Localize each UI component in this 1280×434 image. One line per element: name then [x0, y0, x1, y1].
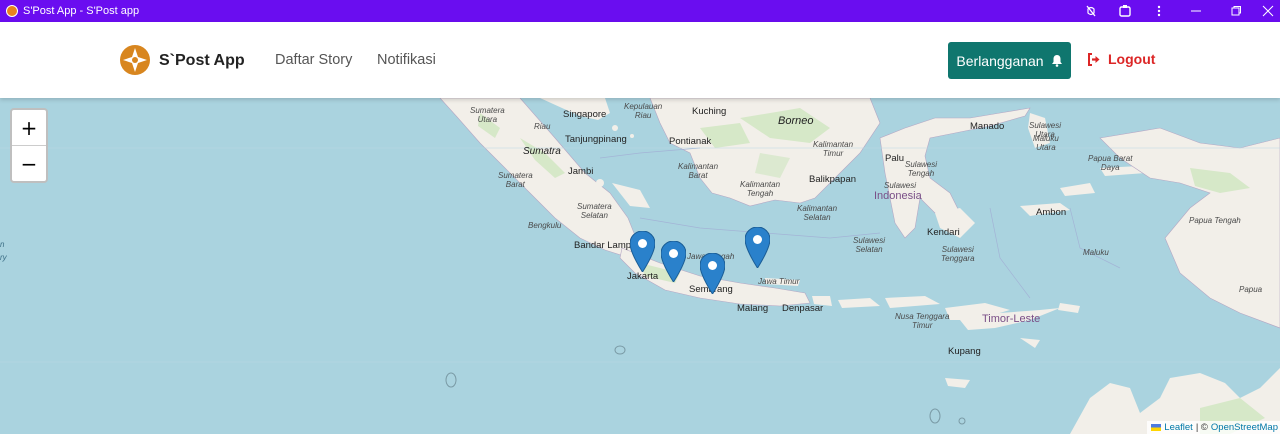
logout-label: Logout — [1108, 51, 1156, 67]
label-manado: Manado — [970, 121, 1005, 132]
zoom-in-button[interactable]: + — [12, 110, 46, 146]
map-marker-1[interactable] — [630, 231, 655, 272]
label-tanjungpinang: Tanjungpinang — [565, 134, 627, 145]
label-sumatera-selatan: Sumatera Selatan — [577, 202, 612, 220]
label-sulawesi-tengah: Sulawesi Tengah — [905, 160, 938, 178]
window-titlebar: S'Post App - S'Post app — [0, 0, 1280, 22]
label-balikpapan: Balikpapan — [809, 174, 857, 185]
label-riau: Riau — [534, 122, 551, 131]
more-options-icon[interactable] — [1142, 0, 1176, 22]
label-papua: Papua — [1239, 285, 1263, 294]
logout-button[interactable]: Logout — [1087, 51, 1155, 67]
label-denpasar: Denpasar — [782, 303, 824, 314]
story-map[interactable]: Singapore Tanjungpinang Kuching Borneo P… — [0, 98, 1280, 434]
label-top-left — [515, 98, 518, 106]
logo-icon[interactable] — [120, 45, 150, 75]
restore-icon[interactable] — [1216, 0, 1256, 22]
app-icon — [6, 5, 18, 17]
window-controls — [1074, 0, 1280, 22]
tracking-prevention-icon[interactable] — [1074, 0, 1108, 22]
label-jambi: Jambi — [568, 166, 594, 177]
label-papua-barat-daya: Papua Barat Daya — [1088, 154, 1133, 172]
nav-daftar-story[interactable]: Daftar Story — [275, 52, 352, 68]
zoom-control: + − — [10, 108, 48, 183]
attribution-separator: | © — [1195, 422, 1208, 433]
label-kalimantan-tengah: Kalimantan Tengah — [740, 180, 781, 198]
minimize-icon[interactable] — [1176, 0, 1216, 22]
label-pontianak: Pontianak — [669, 136, 712, 147]
map-attribution: Leaflet | © OpenStreetMap — [1147, 421, 1280, 434]
nav-notifikasi[interactable]: Notifikasi — [377, 52, 436, 68]
label-sulawesi-selatan: Sulawesi Selatan — [853, 236, 886, 254]
label-palu: Palu — [885, 153, 905, 164]
label-kalimantan-timur: Kalimantan Timur — [813, 140, 854, 158]
label-borneo: Borneo — [778, 115, 814, 127]
label-nusa-tenggara-timur: Nusa Tenggara Timur — [895, 312, 950, 330]
label-ambon: Ambon — [1036, 207, 1067, 218]
close-icon[interactable] — [1256, 0, 1280, 22]
label-kalimantan-barat: Kalimantan Barat — [678, 162, 719, 180]
label-kalimantan-selatan: Kalimantan Selatan — [797, 204, 838, 222]
label-singapore: Singapore — [563, 109, 607, 120]
bell-icon — [1051, 55, 1062, 67]
osm-link[interactable]: OpenStreetMap — [1211, 422, 1278, 433]
brand-name[interactable]: S`Post App — [159, 52, 245, 70]
subscribe-label: Berlangganan — [956, 52, 1044, 69]
label-kuching: Kuching — [692, 106, 727, 117]
label-bengkulu: Bengkulu — [528, 221, 562, 230]
label-papua-tengah: Papua Tengah — [1189, 216, 1241, 225]
label-sumatera-utara: Sumatera Utara — [470, 106, 505, 124]
label-maluku-utara: Maluku Utara — [1033, 134, 1059, 152]
leaflet-link[interactable]: Leaflet — [1164, 422, 1193, 433]
map-marker-2[interactable] — [661, 241, 686, 282]
subscribe-button[interactable]: Berlangganan — [948, 42, 1071, 79]
label-sulawesi-tenggara: Sulawesi Tenggara — [941, 245, 975, 263]
label-kupang: Kupang — [948, 346, 981, 357]
map-marker-4[interactable] — [745, 227, 770, 268]
label-sumatera-barat: Sumatera Barat — [498, 171, 533, 189]
label-left-edge-2: ry — [0, 253, 7, 262]
ukraine-flag-icon — [1151, 424, 1162, 431]
map-marker-3[interactable] — [700, 253, 725, 294]
label-jakarta: Jakarta — [627, 271, 659, 282]
window-title: S'Post App - S'Post app — [23, 5, 140, 17]
label-maluku: Maluku — [1083, 248, 1109, 257]
label-kepulauan-riau: Kepulauan Riau — [624, 102, 663, 120]
label-sumatra: Sumatra — [523, 146, 561, 157]
app-header: S`Post App Daftar Story Notifikasi Berla… — [0, 22, 1280, 98]
label-timor-leste: Timor-Leste — [982, 313, 1041, 325]
label-malang: Malang — [737, 303, 769, 314]
label-sulawesi: Sulawesi — [884, 181, 917, 190]
logout-icon — [1088, 52, 1100, 66]
extensions-icon[interactable] — [1108, 0, 1142, 22]
label-kendari: Kendari — [927, 227, 960, 238]
label-indonesia: Indonesia — [874, 190, 922, 202]
zoom-out-button[interactable]: − — [12, 146, 46, 182]
label-left-edge-1: n — [0, 240, 5, 249]
label-jawa-timur: Jawa Timur — [758, 277, 800, 286]
